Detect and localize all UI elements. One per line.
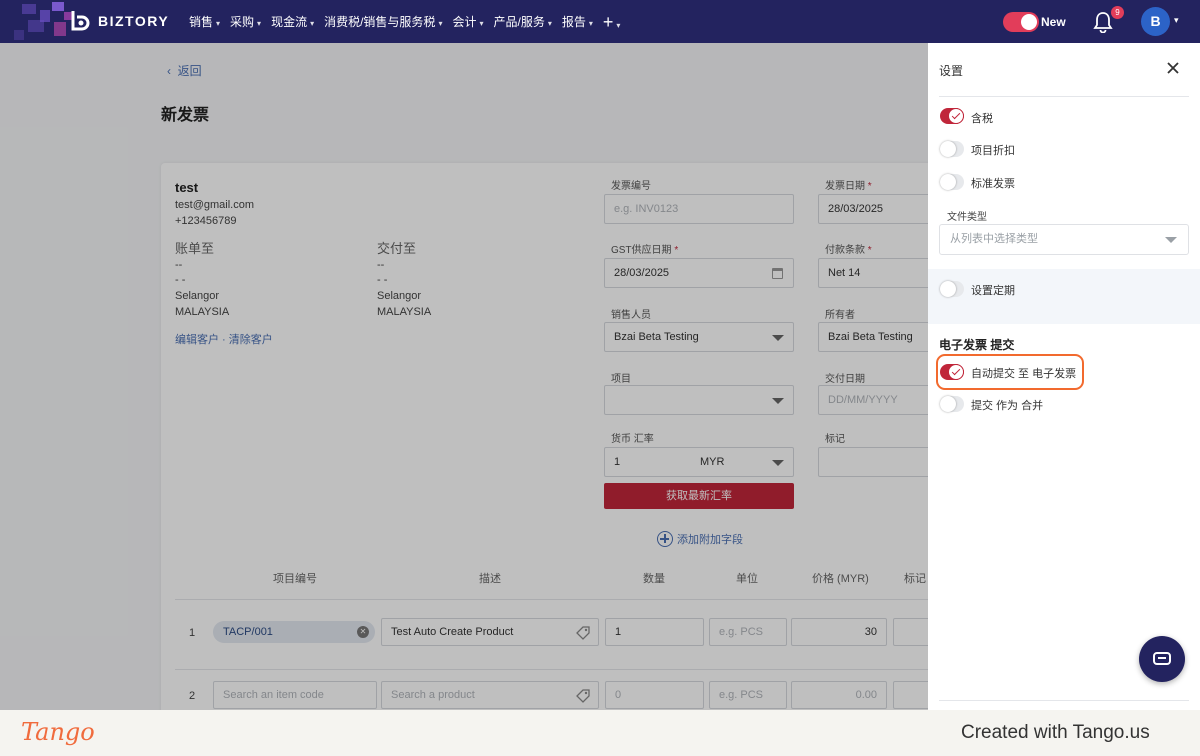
nav-item-accounting[interactable]: 会计 ▾ [452,13,483,30]
chevron-down-icon: ▾ [257,19,262,28]
new-ui-toggle[interactable] [1003,12,1039,32]
tax-inclusive-toggle[interactable] [940,108,964,124]
chevron-down-icon: ▾ [438,19,443,28]
chevron-down-icon: ▾ [547,19,552,28]
created-with-text: Created with Tango.us [961,722,1150,743]
new-ui-label: New [1041,15,1066,29]
nav-item-products[interactable]: 产品/服务 ▾ [493,13,551,30]
einvoice-section-heading: 电子发票 提交 [939,338,1015,352]
modal-backdrop[interactable] [0,43,928,710]
chat-support-button[interactable] [1139,636,1185,682]
panel-bottom-divider [939,700,1189,701]
nav-item-cashflow[interactable]: 现金流 ▾ [271,13,314,30]
tax-inclusive-label: 含税 [971,113,993,125]
nav-item-purchase[interactable]: 采购 ▾ [230,13,261,30]
panel-divider [939,96,1189,97]
invoice-editor: ‹ 返回 新发票 test test@gmail.com +123456789 … [0,43,928,710]
nav-item-reports[interactable]: 报告 ▾ [562,13,593,30]
standard-invoice-label: 标准发票 [971,178,1015,190]
standard-invoice-toggle[interactable] [940,174,964,190]
settings-title: 设置 [939,64,964,78]
document-type-label: 文件类型 [947,212,987,223]
chevron-down-icon: ▾ [310,19,315,28]
tango-footer: Tango Created with Tango.us [0,710,1200,756]
notification-bell-icon[interactable] [1093,11,1113,33]
nav-item-sales[interactable]: 销售 ▾ [189,13,220,30]
nav-add-menu[interactable]: + ▾ [603,13,621,31]
user-avatar[interactable]: B [1141,7,1170,36]
top-navbar: BIZTORY 销售 ▾ 采购 ▾ 现金流 ▾ 消费税/销售与服务税 ▾ 会计 ▾ 产品/… [0,0,1200,43]
dropdown-arrow-icon [1165,237,1177,243]
recurring-section: 设置定期 [928,269,1200,324]
brand-name[interactable]: BIZTORY [98,13,169,29]
close-icon[interactable] [1166,61,1180,75]
item-discount-toggle[interactable] [940,141,964,157]
recurring-label: 设置定期 [971,285,1015,297]
document-type-select[interactable]: 从列表中选择类型 [939,224,1189,255]
chevron-down-icon: ▾ [588,19,593,28]
chevron-down-icon[interactable]: ▾ [1174,15,1179,26]
tutorial-highlight-ring [936,354,1084,390]
main-nav: 销售 ▾ 采购 ▾ 现金流 ▾ 消费税/销售与服务税 ▾ 会计 ▾ 产品/服务 ▾ 报告 ▾ … [189,0,630,43]
chevron-down-icon: ▾ [216,19,221,28]
chat-bubble-icon [1153,652,1171,665]
recurring-toggle[interactable] [940,281,964,297]
biztory-logo-icon[interactable] [70,9,92,33]
chevron-down-icon: ▾ [616,20,621,30]
chevron-down-icon: ▾ [479,19,484,28]
notification-badge: 9 [1111,6,1124,19]
item-discount-label: 项目折扣 [971,145,1015,157]
submit-consolidated-label: 提交 作为 合并 [971,400,1044,412]
submit-consolidated-toggle[interactable] [940,396,964,412]
nav-item-tax[interactable]: 消费税/销售与服务税 ▾ [324,13,442,30]
tango-logo: Tango [21,718,95,746]
